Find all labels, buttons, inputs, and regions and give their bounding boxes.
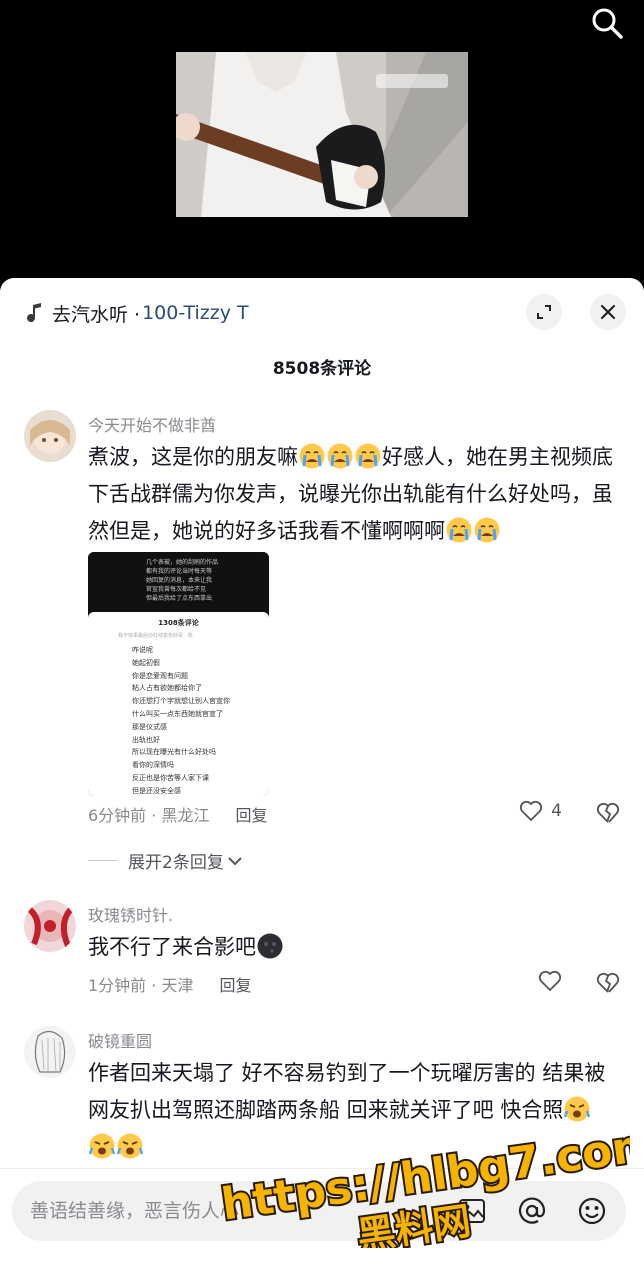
- embedded-line: 你还想打个字就想让别人官宣你: [132, 697, 230, 706]
- video-area: [0, 0, 644, 290]
- red-artwork-avatar-image: [24, 900, 76, 952]
- divider: [88, 860, 118, 861]
- embedded-top-line: 官宣我曾每次都给不见: [146, 586, 207, 593]
- crying-emoji-icon: [327, 443, 353, 469]
- embedded-line: 出轨也好: [132, 735, 160, 744]
- comment-text-part: 作者回来天塌了 好不容易钓到了一个玩曜厉害的 结果被网友扒出驾照还脚踏两条船 回…: [88, 1061, 606, 1122]
- embedded-subtitle: 我不搞事最后抄红线富务好哥 · 陈: [118, 633, 193, 639]
- comment-text: 我不行了来合影吧: [88, 929, 618, 966]
- mention-icon[interactable]: [516, 1195, 548, 1227]
- reply-button[interactable]: 回复: [235, 802, 267, 826]
- broken-heart-icon[interactable]: [596, 802, 620, 824]
- music-note-icon: [27, 303, 41, 323]
- embedded-line: 什么叫买一点东西她就官宣了: [132, 709, 223, 718]
- comment-text: 作者回来天塌了 好不容易钓到了一个玩曜厉害的 结果被网友扒出驾照还脚踏两条船 回…: [88, 1055, 618, 1166]
- embedded-line: 咋说呢: [132, 646, 153, 654]
- comment-input-box[interactable]: [12, 1181, 626, 1241]
- close-button[interactable]: [590, 294, 626, 330]
- close-icon: [600, 304, 616, 320]
- like-button[interactable]: 4: [519, 800, 562, 822]
- reply-button[interactable]: 回复: [219, 972, 251, 996]
- comment-input-bar: [0, 1168, 644, 1280]
- time-location: 1分钟前 · 天津: [88, 976, 194, 995]
- shocked-emoji-icon: [88, 1133, 116, 1159]
- expand-replies-button[interactable]: 展开2条回复: [88, 848, 243, 873]
- like-count: 4: [551, 801, 562, 821]
- song-name[interactable]: 100-Tizzy T: [142, 302, 249, 324]
- embedded-top-line: 几个表被，她的刮刷的作品: [146, 559, 219, 566]
- broken-heart-icon[interactable]: [596, 972, 620, 994]
- chevron-down-icon: [228, 856, 242, 865]
- time-location: 6分钟前 · 黑龙江: [88, 806, 210, 825]
- avatar[interactable]: [24, 900, 76, 952]
- embedded-title: 1308条评论: [158, 619, 199, 627]
- embedded-lines: 咋说呢 她起初假 你是恋爱观有问题 粘人占有欲她都给你了 你还想打个字就想让别人…: [132, 644, 230, 796]
- embedded-line: 看你的深情吗: [132, 761, 174, 770]
- avatar[interactable]: [24, 410, 76, 462]
- emoji-icon[interactable]: [576, 1195, 608, 1227]
- heart-icon: [520, 800, 543, 822]
- comment-meta: 1分钟前 · 天津 回复: [88, 972, 251, 996]
- crying-emoji-icon: [355, 443, 381, 469]
- comment-image[interactable]: 几个表被，她的刮刷的作品 都有我的评论当时每天等 她回复的消息，本来让我 官宣我…: [88, 552, 269, 796]
- anime-girl-avatar-image: [24, 410, 76, 462]
- heart-icon: [538, 970, 562, 992]
- embedded-comment-panel: 1308条评论 我不搞事最后抄红线富务好哥 · 陈 咋说呢 她起初假 你是恋爱观…: [88, 612, 269, 796]
- video-thumbnail[interactable]: [176, 52, 468, 217]
- dark-moon-emoji-icon: [257, 933, 283, 959]
- embedded-line: 反正也是你苦等人家下课: [132, 773, 209, 782]
- embedded-line: 你是恋爱观有问题: [132, 671, 188, 680]
- crying-emoji-icon: [446, 517, 472, 543]
- avatar[interactable]: [24, 1026, 76, 1078]
- embedded-top-line: 她回复的消息，本来让我: [146, 577, 213, 584]
- image-icon[interactable]: [456, 1195, 488, 1227]
- shocked-emoji-icon: [116, 1133, 144, 1159]
- comment-sheet: 去汽水听 · 100-Tizzy T 8508条评论 今天开始不做非酋 煮波，这…: [0, 278, 644, 1280]
- embedded-dark-area: 几个表被，她的刮刷的作品 都有我的评论当时每天等 她回复的消息，本来让我 官宣我…: [88, 552, 269, 612]
- comment-meta: 6分钟前 · 黑龙江 回复: [88, 802, 267, 826]
- comment-nickname[interactable]: 破镜重圆: [88, 1028, 152, 1052]
- search-icon[interactable]: [590, 6, 624, 40]
- embedded-line: 那是仪式感: [132, 722, 167, 731]
- embedded-top-line: 都有我的评论当时每天等: [146, 568, 213, 575]
- guitar-player-image: [176, 52, 468, 217]
- comment-text-part: 我不行了来合影吧: [88, 935, 256, 959]
- comment-text: 煮波，这是你的朋友嘛 好感人，她在男主视频底下舌战群儒为你发声，说曝光你出轨能有什…: [88, 439, 618, 550]
- comment-nickname[interactable]: 玫瑰锈时针.: [88, 902, 173, 926]
- music-prefix: 去汽水听 ·: [52, 303, 141, 326]
- embedded-top-line: 但最后我给了点东西拿出: [146, 595, 213, 602]
- expand-icon: [537, 305, 551, 319]
- crying-emoji-icon: [299, 443, 325, 469]
- comment-nickname[interactable]: 今天开始不做非酋: [88, 412, 216, 436]
- expand-replies-label: 展开2条回复: [128, 853, 224, 873]
- comments-count-title: 8508条评论: [272, 359, 372, 379]
- comment-input[interactable]: [30, 1181, 430, 1241]
- sketch-portrait-avatar-image: [24, 1026, 76, 1078]
- embedded-line: 她起初假: [132, 658, 160, 667]
- fullscreen-button[interactable]: [526, 294, 562, 330]
- like-button[interactable]: [538, 970, 562, 992]
- embedded-line: 所以现在曝光有什么好处吗: [132, 748, 216, 757]
- embedded-line: 但是还没安全感: [132, 786, 181, 795]
- music-link[interactable]: 去汽水听 · 100-Tizzy T: [24, 298, 249, 328]
- shocked-emoji-icon: [564, 1096, 591, 1122]
- embedded-line: 粘人占有欲她都给你了: [132, 684, 202, 693]
- comment-text-part: 煮波，这是你的朋友嘛: [88, 445, 298, 469]
- crying-emoji-icon: [474, 517, 500, 543]
